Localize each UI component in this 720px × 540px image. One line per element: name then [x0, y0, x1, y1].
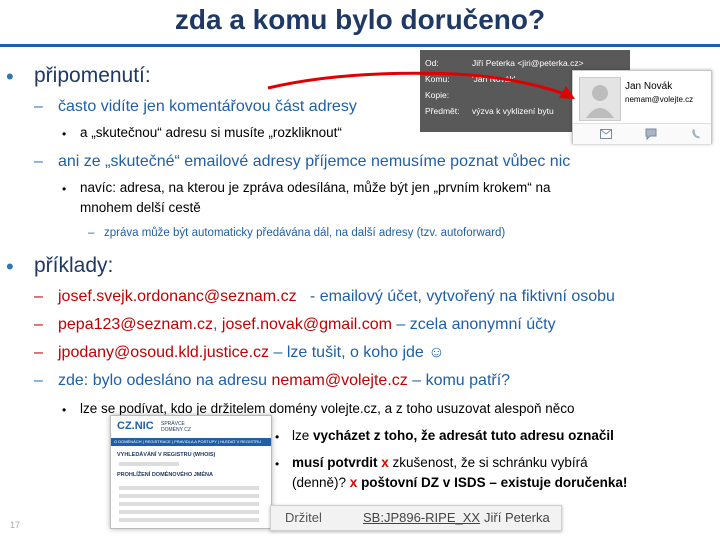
- small-bullet: •: [62, 127, 67, 141]
- small-bullet: •: [62, 403, 67, 417]
- section-heading-examples: příklady:: [34, 254, 114, 277]
- note-1-bold: vycházet z toho, že adresát tuto adresu …: [313, 428, 614, 443]
- contact-card[interactable]: Jan Novák nemam@volejte.cz: [572, 70, 712, 144]
- holder-name: Jiří Peterka: [484, 510, 550, 525]
- contact-actions: [573, 123, 711, 144]
- registry-nav-text: O DOMÉNÁCH | REGISTRACE | PRAVIDLA A POS…: [114, 439, 262, 444]
- bullet: •: [6, 254, 14, 279]
- text-placeholder: [119, 502, 259, 506]
- registry-nav: O DOMÉNÁCH | REGISTRACE | PRAVIDLA A POS…: [111, 438, 271, 446]
- note-2-rest: zkušenost, že si schránku vybírá: [388, 455, 588, 470]
- section-heading-reminder: připomenutí:: [34, 64, 151, 87]
- reminder-item-2-subsub: zpráva může být automaticky předávána dá…: [104, 227, 506, 239]
- example-1: josef.svejk.ordonanc@seznam.cz - emailov…: [58, 288, 615, 306]
- example-4-address: nemam@volejte.cz: [271, 372, 408, 389]
- registry-section-search: VYHLEDÁVÁNÍ V REGISTRU (WHOIS): [117, 452, 216, 458]
- cznic-logo-sub: SPRÁVCE DOMÉNY CZ: [161, 421, 191, 433]
- example-3-text: – lze tušit, o koho jde ☺: [269, 344, 445, 361]
- reminder-item-2: ani ze „skutečné“ emailové adresy příjem…: [58, 153, 571, 170]
- bullet: •: [6, 64, 14, 89]
- dash-bullet: –: [34, 372, 43, 389]
- note-1-pre: lze: [292, 428, 314, 443]
- dash-bullet: –: [34, 98, 43, 115]
- phone-icon[interactable]: [691, 128, 701, 140]
- small-bullet: •: [275, 457, 280, 471]
- note-3-bold: poštovní DZ v ISDS – existuje doručenka!: [357, 475, 628, 490]
- note-3-pre: (denně)?: [292, 475, 350, 490]
- note-2: musí potvrdit x zkušenost, že si schránk…: [292, 455, 588, 470]
- small-bullet: •: [62, 182, 67, 196]
- example-4: zde: bylo odesláno na adresu nemam@volej…: [58, 372, 510, 390]
- dash-bullet: –: [34, 153, 43, 170]
- text-placeholder: [119, 518, 259, 522]
- example-1-text: - emailový účet, vytvořený na fiktivní o…: [309, 288, 615, 305]
- example-3-address: jpodany@osoud.kld.justice.cz: [58, 344, 270, 361]
- note-2-bold: musí potvrdit: [292, 455, 378, 470]
- contact-email: nemam@volejte.cz: [625, 95, 694, 104]
- dash-bullet: –: [88, 227, 95, 239]
- example-2-separator: ,: [213, 316, 222, 333]
- example-2-address-2: josef.novak@gmail.com: [221, 316, 392, 333]
- example-4-text-2: – komu patří?: [407, 372, 511, 389]
- reminder-item-2-sub-line1: navíc: adresa, na kterou je zpráva odesí…: [80, 180, 551, 195]
- x-mark-icon: x: [381, 455, 389, 470]
- cznic-logo: CZ.NIC: [117, 420, 154, 432]
- domain-holder-strip: Držitel SB:JP896-RIPE_XX Jiří Peterka: [270, 505, 562, 531]
- example-1-address: josef.svejk.ordonanc@seznam.cz: [58, 288, 297, 305]
- slide-number: 17: [10, 520, 21, 530]
- chat-icon[interactable]: [645, 128, 657, 140]
- text-placeholder: [119, 462, 179, 466]
- example-2: pepa123@seznam.cz, josef.novak@gmail.com…: [58, 316, 556, 334]
- example-2-text: – zcela anonymní účty: [391, 316, 556, 333]
- example-2-address-1: pepa123@seznam.cz: [58, 316, 213, 333]
- reminder-item-1-sub: a „skutečnou“ adresu si musíte „rozklikn…: [80, 125, 342, 140]
- text-placeholder: [119, 486, 259, 490]
- example-4-text: zde: bylo odesláno na adresu: [58, 372, 272, 389]
- example-4-sub: lze se podívat, kdo je držitelem domény …: [80, 401, 575, 416]
- holder-label: Držitel: [285, 510, 322, 525]
- mail-icon[interactable]: [600, 129, 612, 139]
- note-1: lze vycházet z toho, že adresát tuto adr…: [292, 428, 614, 443]
- contact-name: Jan Novák: [625, 81, 673, 92]
- avatar: [579, 77, 621, 121]
- reminder-item-2-sub-line2: mnohem delší cestě: [80, 200, 201, 215]
- registry-screenshot: CZ.NIC SPRÁVCE DOMÉNY CZ O DOMÉNÁCH | RE…: [110, 415, 272, 529]
- dash-bullet: –: [34, 316, 43, 333]
- page-title: zda a komu bylo doručeno?: [174, 4, 546, 35]
- dash-bullet: –: [34, 288, 43, 305]
- small-bullet: •: [275, 430, 280, 444]
- holder-handle[interactable]: SB:JP896-RIPE_XX: [363, 510, 480, 525]
- registry-section-domain: PROHLÍŽENÍ DOMÉNOVÉHO JMÉNA: [117, 472, 213, 478]
- example-3: jpodany@osoud.kld.justice.cz – lze tušit…: [58, 344, 445, 362]
- text-placeholder: [119, 494, 259, 498]
- dash-bullet: –: [34, 344, 43, 361]
- title-divider: [0, 44, 720, 47]
- red-arrow-icon: [267, 71, 575, 99]
- note-3: (denně)? x poštovní DZ v ISDS – existuje…: [292, 475, 627, 490]
- text-placeholder: [119, 510, 259, 514]
